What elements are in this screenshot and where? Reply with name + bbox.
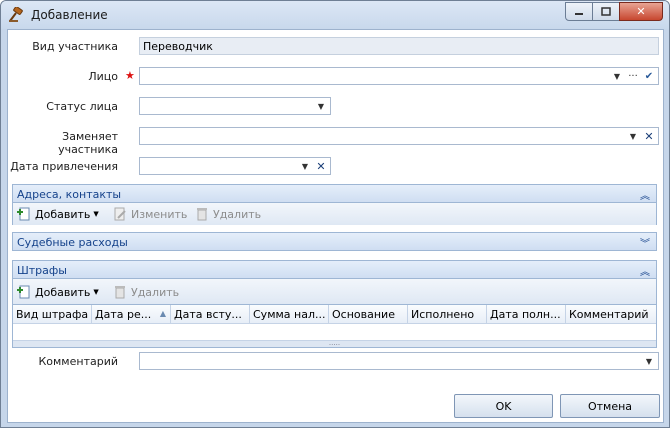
cancel-button[interactable]: Отмена [560, 394, 660, 418]
person-status-select[interactable]: ▼ [139, 97, 331, 115]
person-check-icon[interactable]: ✔ [642, 68, 656, 84]
close-icon: ✕ [636, 5, 646, 18]
edit-icon [114, 207, 126, 221]
caption-buttons: ✕ [565, 2, 663, 21]
replaces-field[interactable]: ▼ ✕ [139, 127, 659, 145]
person-ellipsis-icon[interactable]: ··· [626, 68, 640, 84]
date-clear-icon[interactable]: ✕ [314, 158, 328, 174]
delete-icon [115, 286, 125, 299]
addresses-add-button[interactable]: Добавить ▼ [17, 206, 99, 222]
column-header[interactable]: Сумма нал... [250, 305, 329, 324]
gavel-icon [9, 7, 23, 22]
column-header-sorted[interactable]: Дата ре... ▲ [92, 305, 171, 324]
collapse-chevron-up-icon[interactable]: ︽ [640, 187, 650, 202]
participant-type-label: Вид участника [32, 40, 118, 53]
add-document-icon [17, 207, 30, 221]
fines-section-header[interactable]: Штрафы ︽ [12, 260, 657, 279]
column-header-label: Дата ре... [95, 308, 152, 321]
column-header[interactable]: Вид штрафа [13, 305, 92, 324]
date-field[interactable]: ▼ ✕ [139, 157, 331, 175]
ok-button[interactable]: OK [454, 394, 553, 418]
replaces-label: Заменяет участника [58, 130, 118, 156]
person-status-label: Статус лица [46, 100, 118, 113]
participant-type-value: Переводчик [143, 40, 213, 53]
add-dropdown-chevron-icon: ▼ [93, 288, 99, 296]
person-status-chevron-down-icon[interactable]: ▼ [314, 98, 328, 114]
person-field[interactable]: ▼ ··· ✔ [139, 67, 659, 85]
maximize-button[interactable] [592, 2, 620, 21]
required-marker: ★ [125, 69, 135, 82]
addresses-edit-button[interactable]: Изменить [113, 206, 187, 222]
replaces-chevron-down-icon[interactable]: ▼ [626, 128, 640, 144]
addresses-delete-label: Удалить [213, 207, 262, 221]
column-header[interactable]: Исполнено [408, 305, 487, 324]
addresses-delete-button[interactable]: Удалить [195, 206, 261, 222]
grid-resize-grip[interactable]: ..... [13, 340, 656, 347]
date-chevron-down-icon[interactable]: ▼ [298, 158, 312, 174]
minimize-button[interactable] [565, 2, 593, 21]
expand-chevron-down-icon[interactable]: ︾ [640, 235, 650, 250]
addresses-toolbar: Добавить ▼ Изменить Удалить [12, 203, 657, 225]
person-label: Лицо [88, 70, 118, 83]
fines-add-label: Добавить [35, 285, 91, 299]
date-label: Дата привлечения [10, 160, 118, 173]
window-title: Добавление [31, 8, 108, 22]
person-dropdown-chevron-icon[interactable]: ▼ [610, 68, 624, 84]
column-header[interactable]: Комментарий [566, 305, 656, 324]
minimize-icon [575, 12, 583, 15]
dialog-window: Добавление ✕ Вид участника Переводчик Ли… [0, 0, 670, 428]
fines-section-title: Штрафы [17, 264, 67, 277]
fines-toolbar: Добавить ▼ Удалить [12, 279, 657, 304]
column-header[interactable]: Основание [329, 305, 408, 324]
delete-icon [197, 208, 207, 221]
comment-chevron-down-icon[interactable]: ▼ [642, 353, 656, 369]
participant-type-field: Переводчик [139, 37, 659, 55]
addresses-edit-label: Изменить [131, 207, 188, 221]
comment-label: Комментарий [38, 355, 118, 368]
replaces-clear-icon[interactable]: ✕ [642, 128, 656, 144]
dialog-body: Вид участника Переводчик Лицо ★ ▼ ··· ✔ … [7, 29, 664, 423]
addresses-section-title: Адреса, контакты [17, 188, 122, 201]
court-costs-section-title: Судебные расходы [17, 236, 128, 249]
column-header[interactable]: Дата полн... [487, 305, 566, 324]
maximize-icon [601, 7, 611, 16]
add-dropdown-chevron-icon: ▼ [93, 210, 99, 218]
addresses-add-label: Добавить [35, 207, 91, 221]
addresses-section-header[interactable]: Адреса, контакты ︽ [12, 184, 657, 203]
comment-field[interactable]: ▼ [139, 352, 659, 370]
add-document-icon [17, 285, 30, 299]
close-button[interactable]: ✕ [619, 2, 663, 21]
fines-grid: Вид штрафа Дата ре... ▲ Дата всту... Сум… [12, 304, 657, 348]
collapse-chevron-up-icon[interactable]: ︽ [640, 263, 650, 278]
column-header[interactable]: Дата всту... [171, 305, 250, 324]
sort-ascending-icon: ▲ [159, 309, 166, 318]
court-costs-section-header[interactable]: Судебные расходы ︾ [12, 232, 657, 251]
fines-delete-label: Удалить [131, 285, 180, 299]
fines-add-button[interactable]: Добавить ▼ [17, 284, 99, 300]
title-bar[interactable]: Добавление ✕ [1, 1, 669, 29]
fines-delete-button[interactable]: Удалить [113, 284, 179, 300]
